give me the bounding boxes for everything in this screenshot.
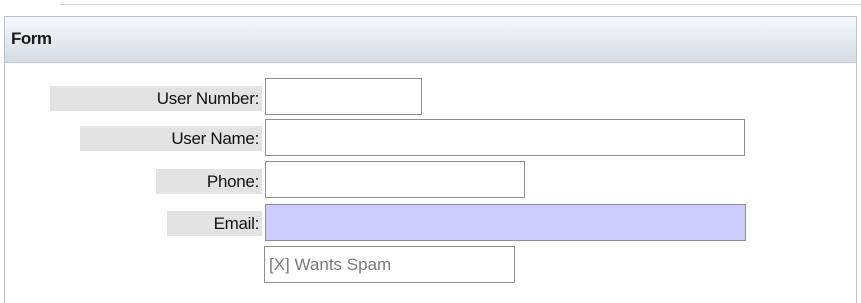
window-top-border	[60, 4, 861, 5]
form-header: Form	[5, 17, 856, 63]
email-input[interactable]	[265, 204, 746, 241]
user-number-label: User Number:	[50, 86, 262, 111]
user-name-input[interactable]	[265, 119, 745, 156]
email-label: Email:	[167, 211, 262, 236]
user-name-label: User Name:	[80, 126, 262, 151]
phone-label: Phone:	[156, 169, 262, 194]
user-number-input[interactable]	[265, 78, 422, 115]
form-title: Form	[11, 29, 52, 48]
wants-spam-label: [X] Wants Spam	[269, 255, 392, 274]
wants-spam-checkbox[interactable]: [X] Wants Spam	[264, 246, 515, 283]
phone-input[interactable]	[265, 161, 525, 198]
